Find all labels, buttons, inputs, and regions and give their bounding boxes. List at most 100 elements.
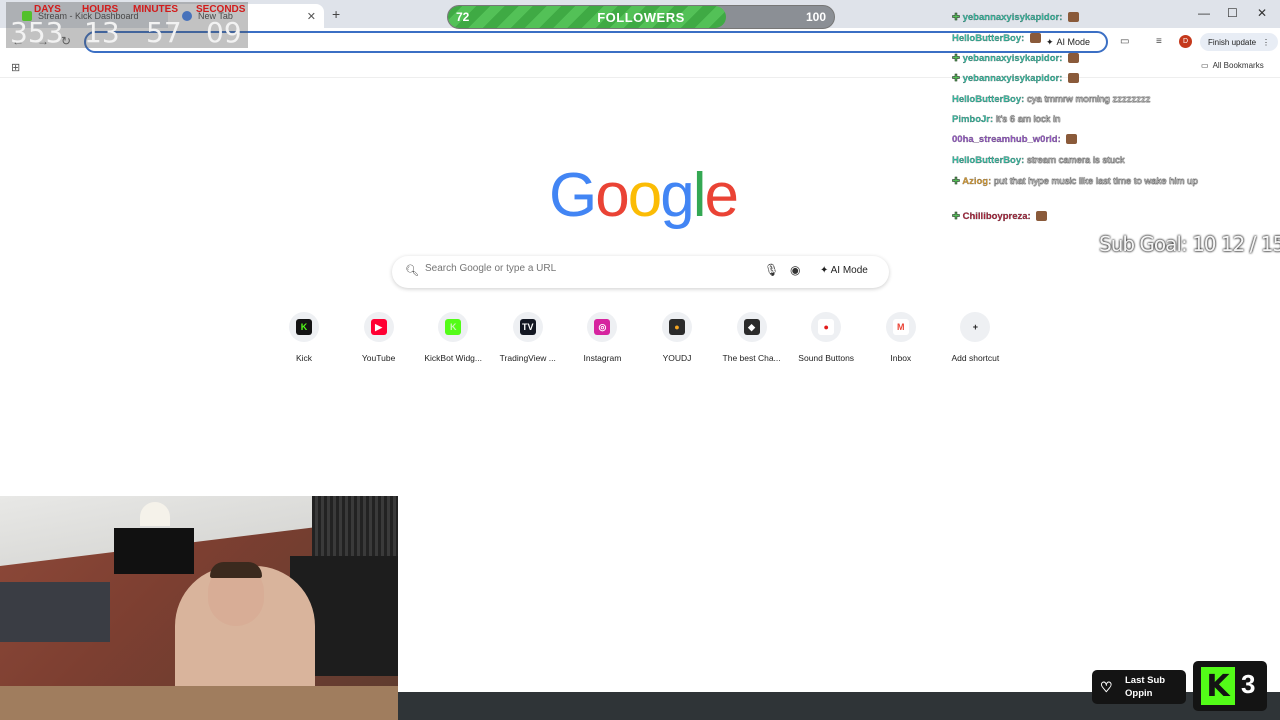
shortcut-tile[interactable]: ● YOUDJ [640, 312, 714, 363]
chat-message: 00ha_streamhub_w0rld: [952, 134, 1078, 145]
chat-message: HelloButterBoy: stream camera is stuck [952, 155, 1125, 166]
last-sub-widget: ♡ Last Sub Oppin [1092, 670, 1186, 704]
shortcut-tile[interactable]: ◆ The best Cha... [715, 312, 789, 363]
shortcut-label: YouTube [361, 353, 396, 363]
chat-message: HelloButterBoy: [952, 33, 1041, 44]
search-input[interactable] [425, 263, 725, 274]
chat-message: ✚ Aziog: put that hype music like last t… [952, 176, 1198, 187]
chat-username: Aziog: [962, 176, 992, 187]
shortcut-label: YOUDJ [662, 353, 692, 363]
emote-icon [1068, 53, 1080, 64]
days-label: DAYS [34, 4, 61, 15]
minutes-value: 57 [146, 16, 182, 49]
chat-text: cya tmmrw morning zzzzzzzz [1026, 94, 1151, 105]
shortcut-icon: ◆ [736, 312, 767, 342]
shortcut-icon: ● [811, 312, 842, 342]
logo-letter: e [704, 161, 739, 230]
shortcut-label: TradingView ... [499, 353, 556, 363]
shortcut-tile[interactable]: M Inbox [864, 312, 938, 363]
chat-message: PimboJr: it's 6 am lock in [952, 114, 1061, 125]
kick-logo-icon: K [1201, 667, 1235, 705]
chat-message: ✚ Chilliboypreza: [952, 211, 1048, 222]
shortcut-glyph: K [445, 319, 462, 335]
followers-goal-bar: 72 FOLLOWERS 100 [447, 5, 835, 29]
shortcut-label: The best Cha... [722, 353, 781, 363]
seconds-value: 09 [206, 16, 242, 49]
google-search-box[interactable]: 🔍︎ 🎙︎ ◉ ✦ AI Mode [392, 256, 889, 288]
last-sub-title: Last Sub [1125, 675, 1166, 686]
apps-grid-icon[interactable]: ⊞ [11, 61, 20, 74]
minutes-label: MINUTES [133, 4, 178, 15]
kick-count: 3 [1241, 669, 1256, 699]
emote-icon [1066, 134, 1078, 145]
shortcut-label: Inbox [890, 353, 912, 363]
shortcut-glyph: M [892, 319, 909, 335]
chat-username: yebannaxyisykapidor: [962, 73, 1063, 84]
shortcut-tile[interactable]: ● Sound Buttons [789, 312, 863, 363]
lens-camera-icon[interactable]: ◉ [790, 263, 800, 277]
sub-badge-icon: ✚ [952, 73, 963, 84]
shortcut-tile[interactable]: ▶ YouTube [342, 312, 416, 363]
chat-message: ✚ yebannaxyisykapidor: [952, 73, 1080, 84]
hours-label: HOURS [82, 4, 119, 15]
google-logo: Google [549, 160, 739, 231]
chat-username: HelloButterBoy: [952, 155, 1025, 166]
followers-label: FOLLOWERS [597, 10, 685, 25]
logo-letter: G [549, 161, 597, 230]
ai-mode-search-button[interactable]: ✦ AI Mode [820, 265, 868, 276]
stream-chat-overlay: ✚ yebannaxyisykapidor: HelloButterBoy: ✚… [952, 0, 1274, 232]
shortcut-glyph: ◆ [743, 319, 760, 335]
shortcut-tile[interactable]: TV TradingView ... [491, 312, 565, 363]
chat-username: HelloButterBoy: [952, 33, 1025, 44]
chat-message: ✚ yebannaxyisykapidor: [952, 53, 1080, 64]
shortcut-tile[interactable]: K Kick [267, 312, 341, 363]
chat-username: PimboJr: [952, 114, 994, 125]
shortcut-tile[interactable]: K KickBot Widg... [416, 312, 490, 363]
shortcut-label: Kick [295, 353, 313, 363]
countdown-timer: DAYS HOURS MINUTES SECONDS 353 13 57 09 [6, 2, 248, 49]
shortcut-glyph: ● [669, 319, 685, 335]
emote-icon [1036, 211, 1048, 222]
heart-icon: ♡ [1100, 679, 1113, 695]
sub-goal-text: Sub Goal: 10 12 / 15 [1099, 232, 1280, 256]
kick-count-widget: K 3 [1193, 661, 1267, 711]
emote-icon [1068, 12, 1080, 23]
shortcut-glyph: ● [818, 319, 835, 335]
close-tab-icon[interactable]: ✕ [307, 10, 316, 23]
chat-text: it's 6 am lock in [995, 114, 1061, 125]
shortcut-glyph: ◎ [594, 319, 611, 335]
logo-letter: o [595, 161, 630, 230]
microphone-icon[interactable]: 🎙︎ [764, 263, 779, 277]
shortcut-glyph: ▶ [370, 319, 387, 335]
sub-badge-icon: ✚ [952, 211, 963, 222]
emote-icon [1029, 33, 1041, 44]
shortcut-icon: M [885, 312, 916, 342]
shortcut-glyph: TV [519, 319, 536, 335]
chat-username: HelloButterBoy: [952, 94, 1025, 105]
shortcut-tile[interactable]: + Add shortcut [938, 312, 1012, 363]
sub-badge-icon: ✚ [952, 12, 963, 23]
logo-letter: g [660, 161, 695, 230]
shortcut-label: KickBot Widg... [424, 353, 482, 363]
shortcut-tile[interactable]: ◎ Instagram [565, 312, 639, 363]
webcam-feed [0, 496, 398, 720]
shortcut-glyph: + [967, 319, 984, 335]
followers-goal: 100 [805, 10, 826, 24]
new-tab-button[interactable]: + [332, 6, 340, 22]
chat-text: put that hype music like last time to wa… [993, 176, 1198, 187]
shortcut-icon: K [289, 312, 319, 342]
shortcut-icon: K [438, 312, 469, 342]
shortcut-icon: ◎ [587, 312, 618, 342]
last-sub-name: Oppin [1125, 688, 1153, 699]
shortcut-label: Instagram [583, 353, 622, 363]
sub-badge-icon: ✚ [952, 53, 963, 64]
chat-text: stream camera is stuck [1026, 155, 1125, 166]
emote-icon [1068, 73, 1080, 84]
shortcut-tiles: K Kick ▶ YouTube K KickBot Widg... TV TradingVi… [267, 312, 1013, 372]
chat-username: Chilliboypreza: [962, 211, 1031, 222]
shortcut-icon: TV [512, 312, 543, 342]
shortcut-icon: ▶ [363, 312, 394, 342]
search-icon: 🔍︎ [405, 265, 419, 277]
chat-username: yebannaxyisykapidor: [962, 53, 1063, 64]
seconds-label: SECONDS [196, 4, 246, 15]
